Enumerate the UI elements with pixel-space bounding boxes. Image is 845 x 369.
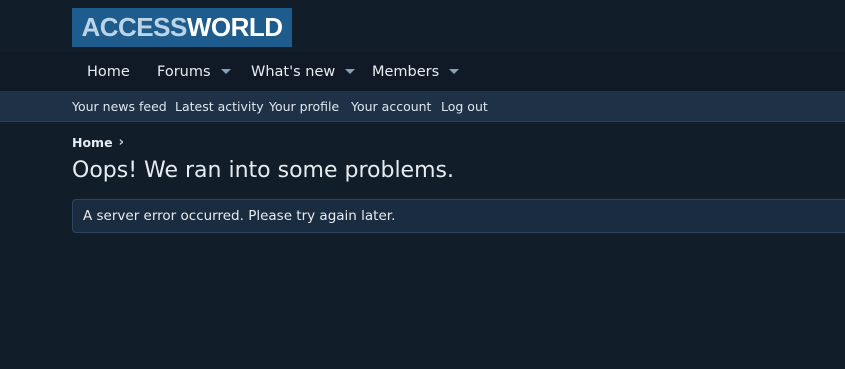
- subnav-latest-activity[interactable]: Latest activity: [175, 91, 264, 121]
- header-bar: ACCESS WORLD: [0, 0, 845, 52]
- page-title: Oops! We ran into some problems.: [72, 158, 454, 183]
- nav-whats-new[interactable]: What's new: [251, 52, 356, 91]
- breadcrumb: Home ›: [72, 134, 124, 150]
- subnav-profile[interactable]: Your profile: [269, 91, 339, 121]
- nav-home[interactable]: Home: [87, 52, 130, 91]
- subnav-account[interactable]: Your account: [351, 91, 431, 121]
- breadcrumb-home[interactable]: Home: [72, 135, 113, 150]
- chevron-right-icon: ›: [118, 134, 124, 150]
- subnav-logout[interactable]: Log out: [441, 91, 488, 121]
- nav-forums[interactable]: Forums: [157, 52, 231, 91]
- chevron-down-icon[interactable]: [345, 69, 356, 74]
- subnav-news-feed[interactable]: Your news feed: [72, 91, 167, 121]
- chevron-down-icon[interactable]: [449, 69, 460, 74]
- nav-forums-label: Forums: [157, 63, 211, 80]
- error-message-box: A server error occurred. Please try agai…: [72, 199, 845, 233]
- logo-text-access: ACCESS: [81, 12, 187, 42]
- chevron-down-icon[interactable]: [220, 69, 231, 74]
- nav-whats-new-label: What's new: [251, 63, 336, 80]
- nav-members-label: Members: [372, 63, 440, 80]
- nav-home-label: Home: [87, 63, 130, 80]
- site-logo[interactable]: ACCESS WORLD: [72, 8, 292, 47]
- error-message-text: A server error occurred. Please try agai…: [83, 208, 396, 224]
- nav-members[interactable]: Members: [372, 52, 460, 91]
- logo-text-world: WORLD: [186, 12, 283, 42]
- sub-nav: Your news feed Latest activity Your prof…: [0, 91, 845, 122]
- main-nav: Home Forums What's new Members: [0, 52, 845, 91]
